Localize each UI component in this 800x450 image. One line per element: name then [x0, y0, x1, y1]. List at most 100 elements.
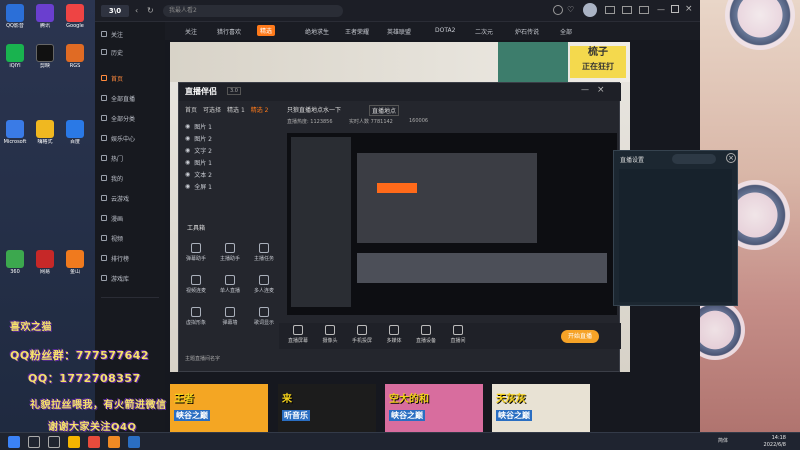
- thumbnail-card[interactable]: 来听音乐: [278, 384, 376, 432]
- category-tab[interactable]: 绝地求生: [305, 27, 329, 36]
- minimize-icon[interactable]: —: [581, 85, 589, 94]
- tab-featured1[interactable]: 精选 1: [227, 105, 245, 114]
- eye-icon[interactable]: ◉: [185, 171, 190, 178]
- history-icon[interactable]: [553, 5, 563, 15]
- eye-icon[interactable]: ◉: [185, 147, 190, 154]
- avatar[interactable]: [583, 3, 597, 17]
- sidebar-item-rank[interactable]: 排行榜: [101, 252, 161, 264]
- user-icon: [101, 175, 107, 181]
- clock[interactable]: 14:18 2022/6/8: [764, 435, 786, 449]
- close-icon[interactable]: ×: [726, 153, 736, 163]
- layer-item[interactable]: ◉ 全屏 1: [185, 181, 273, 192]
- eye-icon[interactable]: ◉: [185, 183, 190, 190]
- ime-indicator[interactable]: 简体: [718, 437, 728, 444]
- sidebar-item-live[interactable]: 全部直播: [101, 92, 161, 104]
- sidebar-item-mine[interactable]: 我的: [101, 172, 161, 184]
- layer-item[interactable]: ◉ 图片 1: [185, 121, 273, 132]
- sidebar-item-history[interactable]: 历史: [101, 46, 161, 58]
- tab-featured2[interactable]: 精选 2: [251, 105, 269, 114]
- btn-device[interactable]: 直播设备: [411, 325, 441, 344]
- sidebar-item-cloudgame[interactable]: 云游戏: [101, 192, 161, 204]
- desktop-icon[interactable]: QQ影音: [2, 4, 28, 29]
- start-live-button[interactable]: 开始直播: [561, 330, 599, 343]
- sidebar-item-home[interactable]: 首页: [101, 72, 161, 84]
- menu-icon[interactable]: [639, 6, 649, 14]
- refresh-icon[interactable]: ↻: [147, 6, 154, 15]
- btn-camera[interactable]: 摄像头: [315, 325, 345, 344]
- thumbnail-card[interactable]: 王者 峡谷之巅: [170, 384, 268, 432]
- sidebar-item-follow[interactable]: 关注: [101, 28, 161, 40]
- btn-phone[interactable]: 手机投屏: [347, 325, 377, 344]
- category-tab[interactable]: 关注: [185, 27, 197, 36]
- desktop-icon[interactable]: 网易: [32, 250, 58, 275]
- desktop-icon[interactable]: iQIYI: [2, 44, 28, 69]
- category-tab[interactable]: 英雄联盟: [387, 27, 411, 36]
- app-icon[interactable]: [88, 436, 100, 448]
- sidebar-item-video[interactable]: 视频: [101, 232, 161, 244]
- heart-icon[interactable]: ♡: [567, 5, 574, 14]
- eye-icon[interactable]: ◉: [185, 123, 190, 130]
- layer-item[interactable]: ◉ 图片 1: [185, 157, 273, 168]
- desktop-icon[interactable]: 百度: [62, 120, 88, 145]
- windows-start-icon[interactable]: [8, 436, 20, 448]
- settings-icon[interactable]: [605, 6, 615, 14]
- sidebar-item-comic[interactable]: 漫画: [101, 212, 161, 224]
- tool-wall[interactable]: 弹幕墙: [219, 307, 241, 326]
- category-tab[interactable]: 全部: [560, 27, 572, 36]
- close-icon[interactable]: ×: [597, 85, 605, 95]
- sidebar-item-entertainment[interactable]: 娱乐中心: [101, 132, 161, 144]
- panel-search[interactable]: [672, 154, 716, 164]
- tool-anchor[interactable]: 主播助手: [219, 243, 241, 262]
- maximize-icon[interactable]: [671, 5, 679, 13]
- desktop-icon[interactable]: 剪映: [32, 44, 58, 69]
- sidebar-item-category[interactable]: 全部分类: [101, 112, 161, 124]
- thumbnail-card[interactable]: 天灰灰 峡谷之巅: [492, 384, 590, 432]
- tab-home[interactable]: 首页: [185, 105, 197, 114]
- desktop-icon[interactable]: Microsoft: [2, 120, 28, 145]
- category-tab[interactable]: 猎行喜欢: [217, 27, 241, 36]
- tab-select[interactable]: 可选择: [203, 105, 221, 114]
- category-tab-active[interactable]: 精选: [257, 25, 276, 36]
- minimize-icon[interactable]: —: [657, 5, 665, 14]
- brand-logo[interactable]: 3\0: [101, 5, 129, 17]
- search-icon[interactable]: [28, 436, 40, 448]
- eye-icon[interactable]: ◉: [185, 159, 190, 166]
- sidebar-item-gamelib[interactable]: 游戏库: [101, 272, 161, 284]
- app-icon[interactable]: [128, 436, 140, 448]
- btn-room[interactable]: 直播间: [443, 325, 473, 344]
- folder-icon[interactable]: [68, 436, 80, 448]
- tool-task[interactable]: 主播任务: [253, 243, 275, 262]
- taskview-icon[interactable]: [48, 436, 60, 448]
- category-tab[interactable]: DOTA2: [435, 27, 455, 34]
- desktop-icon[interactable]: Google: [62, 4, 88, 29]
- btn-screen[interactable]: 直播屏幕: [283, 325, 313, 344]
- tool-danmu[interactable]: 弹幕助手: [185, 243, 207, 262]
- back-icon[interactable]: ‹: [135, 6, 138, 15]
- thumbnail-card[interactable]: 空大的和 峡谷之巅: [385, 384, 483, 432]
- desktop-icon[interactable]: RGS: [62, 44, 88, 69]
- eye-icon[interactable]: ◉: [185, 135, 190, 142]
- desktop-icon[interactable]: 嗨格式: [32, 120, 58, 145]
- shirt-icon[interactable]: [622, 6, 632, 14]
- btn-media[interactable]: 多媒体: [379, 325, 409, 344]
- desktop-icon[interactable]: 360: [2, 250, 28, 275]
- desktop-icon[interactable]: 腾讯: [32, 4, 58, 29]
- layer-item[interactable]: ◉ 文字 2: [185, 145, 273, 156]
- tool-avatar[interactable]: 虚拟形象: [185, 307, 207, 326]
- category-tab[interactable]: 二次元: [475, 27, 493, 36]
- category-tab[interactable]: 炉石传说: [515, 27, 539, 36]
- tool-link[interactable]: 视频连麦: [185, 275, 207, 294]
- stream-location[interactable]: 直播地点: [369, 105, 400, 116]
- tool-multi[interactable]: 多人连麦: [253, 275, 275, 294]
- category-tab[interactable]: 王者荣耀: [345, 27, 369, 36]
- layer-item[interactable]: ◉ 文本 2: [185, 169, 273, 180]
- search-input[interactable]: 我最人看2: [163, 5, 343, 17]
- sidebar-item-hot[interactable]: 热门: [101, 152, 161, 164]
- tool-lyrics[interactable]: 歌词显示: [253, 307, 275, 326]
- app-icon[interactable]: [108, 436, 120, 448]
- desktop-icon[interactable]: 金山: [62, 250, 88, 275]
- close-icon[interactable]: ×: [685, 4, 693, 14]
- layer-item[interactable]: ◉ 图片 2: [185, 133, 273, 144]
- stream-preview[interactable]: [287, 133, 617, 315]
- tool-single[interactable]: 单人直播: [219, 275, 241, 294]
